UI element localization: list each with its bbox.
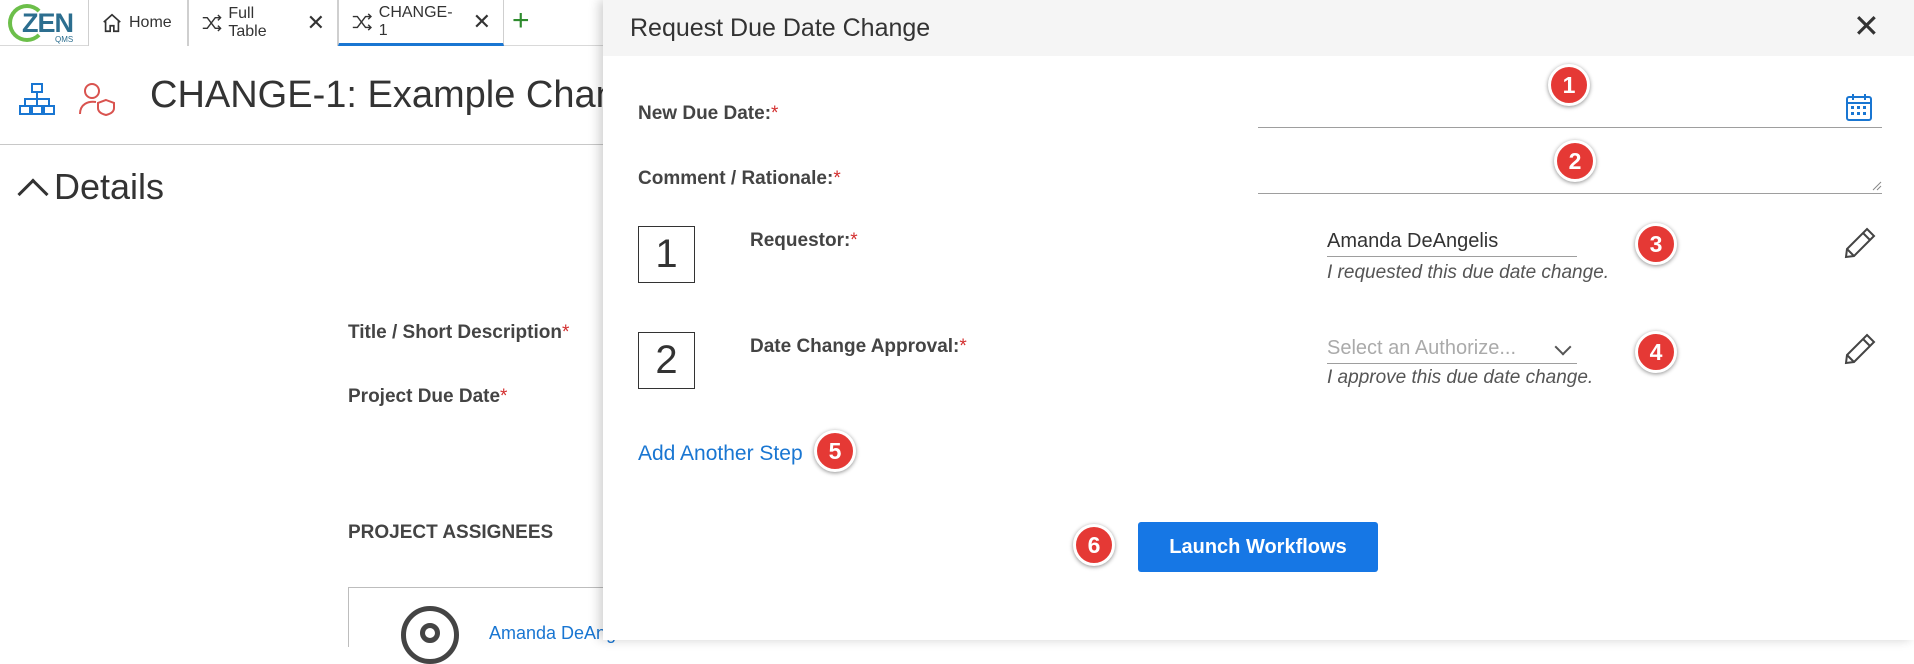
request-due-date-change-panel: Request Due Date Change ✕ New Due Date:*… <box>603 0 1914 640</box>
details-section-toggle[interactable]: Details <box>17 166 165 210</box>
title-divider <box>0 144 610 145</box>
approval-signature-note: I approve this due date change. <box>1327 367 1594 388</box>
title-field-label: Title / Short Description* <box>348 322 570 343</box>
assignee-card[interactable]: Amanda DeAngelis <box>348 587 643 664</box>
tab-close-icon[interactable]: ✕ <box>473 10 491 33</box>
project-assignees-heading: PROJECT ASSIGNEES <box>348 522 554 543</box>
due-date-field-label: Project Due Date* <box>348 386 508 407</box>
tab-close-icon[interactable]: ✕ <box>307 12 325 34</box>
panel-title: Request Due Date Change <box>630 14 931 42</box>
page-title: CHANGE-1: Example Change <box>150 74 659 116</box>
tab-change-1-label: CHANGE-1 <box>378 3 453 39</box>
chevron-down-icon <box>1554 338 1572 356</box>
avatar <box>401 606 459 664</box>
callout-badge: 1 <box>1548 64 1590 106</box>
panel-header: Request Due Date Change ✕ <box>603 0 1914 56</box>
step-number-box: 2 <box>638 332 695 389</box>
step-date-change-approval-label: Date Change Approval:* <box>750 336 967 357</box>
zen-qms-logo[interactable]: ZEN QMS <box>6 2 86 44</box>
step-requestor-label: Requestor:* <box>750 230 858 251</box>
callout-badge: 4 <box>1635 331 1677 373</box>
shuffle-icon <box>202 14 222 32</box>
callout-badge: 5 <box>814 430 856 472</box>
new-tab-plus-icon[interactable]: + <box>512 6 530 36</box>
add-another-step-link[interactable]: Add Another Step <box>638 442 803 466</box>
tab-change-1[interactable]: CHANGE-1 ✕ <box>338 0 504 46</box>
callout-badge: 3 <box>1635 223 1677 265</box>
hierarchy-icon[interactable] <box>18 82 56 116</box>
shuffle-icon <box>352 12 372 31</box>
step-number-box: 1 <box>638 226 695 283</box>
tab-full-table[interactable]: Full Table ✕ <box>188 0 338 46</box>
resize-grip-icon[interactable] <box>1870 179 1882 191</box>
logo-subtext: QMS <box>55 35 74 44</box>
user-shield-icon[interactable] <box>78 82 118 116</box>
pencil-icon[interactable] <box>1843 332 1877 366</box>
authorizer-select-placeholder: Select an Authorize... <box>1327 337 1517 359</box>
requestor-signer-field[interactable]: Amanda DeAngelis <box>1327 230 1577 257</box>
close-icon[interactable]: ✕ <box>1853 10 1880 42</box>
comment-label: Comment / Rationale:* <box>638 168 841 189</box>
pencil-icon[interactable] <box>1843 226 1877 260</box>
launch-workflows-button[interactable]: Launch Workflows <box>1138 522 1378 572</box>
callout-badge: 2 <box>1554 140 1596 182</box>
calendar-icon[interactable] <box>1845 92 1873 122</box>
requestor-signature-note: I requested this due date change. <box>1327 262 1610 283</box>
home-icon <box>103 13 121 33</box>
details-heading: Details <box>54 166 165 207</box>
tab-full-table-label: Full Table <box>228 5 267 40</box>
tab-home-label: Home <box>129 14 172 31</box>
chevron-up-icon <box>17 178 49 210</box>
authorizer-select[interactable]: Select an Authorize... <box>1327 337 1577 364</box>
callout-badge: 6 <box>1073 524 1115 566</box>
tab-home[interactable]: Home <box>88 0 188 46</box>
new-due-date-label: New Due Date:* <box>638 103 779 124</box>
